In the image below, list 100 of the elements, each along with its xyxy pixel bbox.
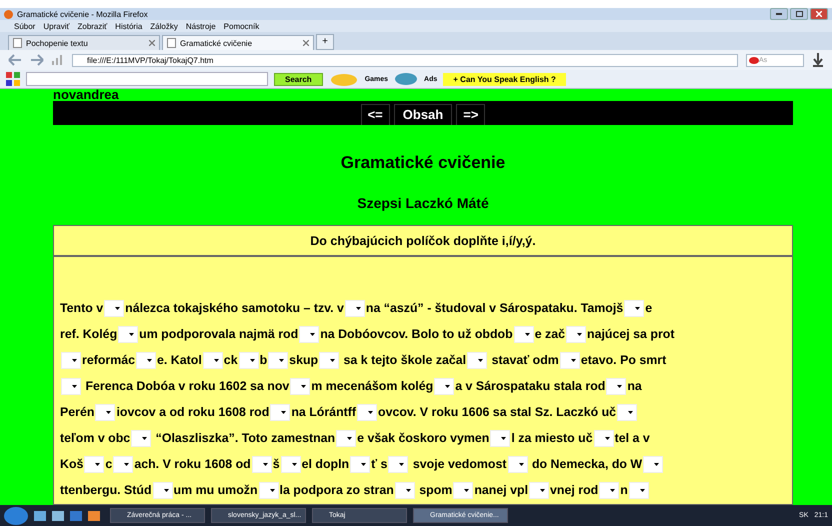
letter-dropdown[interactable]	[490, 430, 510, 446]
toolbar-search-field[interactable]	[26, 72, 268, 86]
letter-dropdown[interactable]	[299, 326, 320, 342]
minimize-button[interactable]	[770, 8, 788, 20]
letter-dropdown[interactable]	[594, 430, 614, 446]
passage-text: nálezca tokajského samotoku – tzv. v	[125, 301, 344, 315]
letter-dropdown[interactable]	[453, 482, 474, 498]
nav-link[interactable]: =>	[456, 104, 486, 125]
letter-dropdown[interactable]	[258, 482, 279, 498]
start-button[interactable]	[4, 506, 28, 524]
letter-dropdown[interactable]	[290, 378, 310, 394]
letter-dropdown[interactable]	[514, 326, 534, 342]
letter-dropdown[interactable]	[280, 456, 301, 472]
menu-item[interactable]: Pomocník	[224, 22, 260, 30]
forward-icon[interactable]	[30, 54, 44, 66]
letter-dropdown[interactable]	[560, 352, 580, 368]
menu-item[interactable]: Nástroje	[186, 22, 216, 30]
caret-icon	[654, 462, 660, 466]
letter-dropdown[interactable]	[84, 456, 104, 472]
new-tab-button[interactable]: +	[316, 34, 334, 50]
letter-dropdown[interactable]	[104, 300, 124, 316]
passage-text: nanej vpl	[474, 483, 528, 497]
maximize-button[interactable]	[790, 8, 808, 20]
close-icon	[816, 11, 822, 17]
caret-icon	[570, 358, 576, 362]
letter-dropdown[interactable]	[566, 326, 586, 342]
download-icon[interactable]	[812, 53, 824, 67]
passage-text: um podporovala najmä rod	[139, 327, 298, 341]
passage-text: e zač	[534, 327, 566, 341]
letter-dropdown[interactable]	[152, 482, 173, 498]
letter-dropdown[interactable]	[118, 326, 138, 342]
passage-text: iovcov a od roku 1608 rod	[116, 405, 270, 419]
caret-icon	[604, 436, 610, 440]
passage-text: ovcov. V roku 1606 sa stal Sz. Laczkó uč	[378, 405, 616, 419]
letter-dropdown[interactable]	[606, 378, 626, 394]
letter-dropdown[interactable]	[434, 378, 454, 394]
letter-dropdown[interactable]	[357, 404, 378, 420]
caret-icon	[399, 462, 404, 466]
letter-dropdown[interactable]	[252, 456, 272, 472]
passage-text: skup	[289, 353, 318, 367]
letter-dropdown[interactable]	[336, 430, 356, 446]
promo-button[interactable]: + Can You Speak English ?	[443, 72, 566, 86]
letter-dropdown[interactable]	[388, 456, 408, 472]
passage-text: na	[627, 379, 642, 393]
letter-dropdown[interactable]	[529, 482, 550, 498]
caret-icon	[464, 488, 470, 492]
back-icon[interactable]	[8, 54, 22, 66]
passage-text: e však čoskoro vymen	[357, 431, 490, 445]
letter-dropdown[interactable]	[202, 352, 223, 368]
nav-link[interactable]: Obsah	[394, 104, 452, 125]
passage-text: š	[272, 457, 280, 471]
author-name: Szepsi Laczkó Máté	[356, 195, 490, 211]
passage-text: e	[645, 301, 652, 315]
menu-item[interactable]: Záložky	[150, 22, 178, 30]
letter-dropdown[interactable]	[270, 404, 290, 420]
letter-dropdown[interactable]	[61, 378, 81, 394]
passage-text: stavať odm	[490, 353, 559, 367]
caret-icon	[301, 384, 306, 388]
passage-text: b	[260, 353, 268, 367]
caret-icon	[406, 488, 411, 492]
menu-item[interactable]: Upraviť	[43, 22, 70, 30]
caret-icon	[250, 358, 255, 362]
letter-dropdown[interactable]	[113, 456, 134, 472]
browser-tab[interactable]: Pochopenie textu	[8, 35, 160, 50]
menu-item[interactable]: Zobraziť	[77, 22, 108, 30]
letter-dropdown[interactable]	[467, 352, 488, 368]
letter-dropdown[interactable]	[268, 352, 288, 368]
close-icon[interactable]	[149, 40, 155, 46]
letter-dropdown[interactable]	[61, 352, 81, 368]
letter-dropdown[interactable]	[617, 404, 638, 420]
letter-dropdown[interactable]	[95, 404, 116, 420]
letter-dropdown[interactable]	[643, 456, 664, 472]
letter-dropdown[interactable]	[344, 300, 365, 316]
letter-dropdown[interactable]	[628, 482, 649, 498]
letter-dropdown[interactable]	[624, 300, 644, 316]
caret-icon	[628, 410, 634, 414]
letter-dropdown[interactable]	[599, 482, 620, 498]
letter-dropdown[interactable]	[238, 352, 259, 368]
caret-icon	[262, 462, 268, 466]
caret-icon	[129, 332, 134, 336]
grid-icon[interactable]	[6, 72, 20, 86]
caret-icon	[640, 488, 645, 492]
close-icon[interactable]	[303, 40, 309, 46]
letter-dropdown[interactable]	[136, 352, 156, 368]
passage-text: ť s	[371, 457, 388, 471]
nav-link[interactable]: <=	[360, 104, 390, 125]
letter-dropdown[interactable]	[319, 352, 340, 368]
letter-dropdown[interactable]	[131, 430, 152, 446]
passage-text: sa k tejto škole začal	[342, 353, 466, 367]
letter-dropdown[interactable]	[508, 456, 528, 472]
menu-item[interactable]: História	[115, 22, 142, 30]
browser-tab[interactable]: Gramatické cvičenie	[162, 35, 314, 50]
address-bar[interactable]: file:///E:/111MVP/Tokaj/TokajQ7.htm	[72, 54, 738, 66]
letter-dropdown[interactable]	[394, 482, 415, 498]
letter-dropdown[interactable]	[350, 456, 370, 472]
close-button[interactable]	[810, 8, 828, 20]
caret-icon	[518, 462, 524, 466]
site-name: novandrea	[53, 89, 120, 101]
search-button[interactable]: Search	[274, 72, 323, 86]
menu-item[interactable]: Súbor	[14, 22, 36, 30]
